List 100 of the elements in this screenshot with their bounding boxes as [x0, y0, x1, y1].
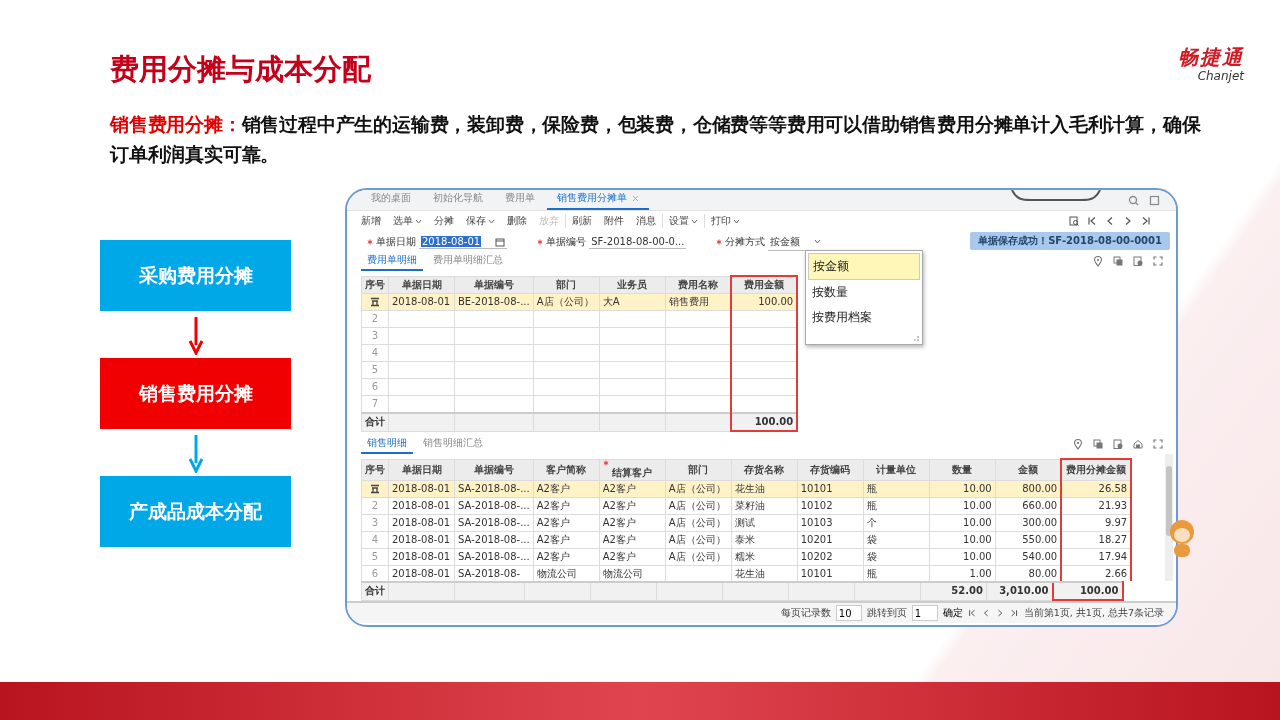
fullscreen-icon[interactable] [1153, 256, 1164, 267]
menu-option[interactable]: 按金额 [808, 253, 920, 280]
pager-label: 跳转到页 [866, 606, 907, 620]
total-cell: 100.00 [731, 413, 798, 431]
row-marker-icon [370, 483, 380, 494]
row-number: 2 [361, 310, 389, 328]
column-header: 单据编号 [473, 463, 514, 475]
first-page-icon[interactable] [967, 608, 977, 618]
table-cell: 21.93 [1061, 497, 1132, 514]
table-cell: A2客户 [533, 531, 600, 548]
toolbar-button[interactable]: 分摊 [428, 214, 460, 228]
row-number: 2 [361, 497, 389, 514]
table-cell: A店（公司） [665, 497, 732, 514]
column-header: 单据日期 [401, 463, 442, 475]
document-icon[interactable] [1133, 256, 1144, 267]
table-cell: SA-2018-08-... [454, 497, 534, 514]
page-jump-field[interactable]: 1 [911, 605, 938, 621]
table-cell: 10.00 [929, 514, 996, 531]
tab-decoration-icon [1011, 190, 1101, 204]
caret-icon[interactable] [814, 239, 822, 244]
confirm-button[interactable]: 确定 [942, 606, 963, 620]
logo-latin: Chanjet [1197, 69, 1244, 83]
column-header: 计量单位 [876, 463, 917, 475]
toolbar-button[interactable]: 选单 [387, 214, 428, 228]
toolbar-button[interactable]: 打印 [705, 214, 746, 228]
field-label: 单据编号 [546, 235, 587, 249]
column-header: 业务员 [617, 278, 648, 290]
location-pin-icon[interactable] [1073, 439, 1084, 450]
table-cell: 瓶 [863, 497, 930, 514]
table-cell: 10.00 [929, 531, 996, 548]
table-cell: 测试 [731, 514, 798, 531]
fullscreen-icon[interactable] [1153, 439, 1164, 450]
calendar-icon[interactable] [495, 236, 506, 247]
toolbar-button[interactable]: 消息 [630, 214, 662, 228]
flow-step: 采购费用分摊 [100, 240, 291, 311]
total-cell: 3,010.00 [986, 582, 1053, 600]
table-cell: 袋 [863, 531, 930, 548]
tab[interactable]: 销售明细 [361, 436, 413, 454]
location-pin-icon[interactable] [1093, 256, 1104, 267]
column-header: 金额 [1017, 463, 1038, 475]
row-number: 4 [361, 344, 389, 362]
field-label: 单据日期 [376, 235, 416, 249]
table-cell: A2客户 [599, 514, 666, 531]
toolbar-button[interactable]: 保存 [460, 214, 501, 228]
table-cell: 2018-08-01 [388, 548, 455, 565]
column-header: 存货名称 [744, 463, 785, 475]
document-search-icon[interactable] [1069, 215, 1080, 227]
last-page-icon[interactable] [1009, 608, 1019, 618]
total-label: 合计 [361, 582, 389, 600]
column-header: 结算客户 [612, 466, 653, 478]
row-number: 6 [361, 378, 389, 396]
scrollbar[interactable] [1165, 454, 1173, 581]
tab[interactable]: 销售明细汇总 [417, 436, 489, 454]
table-cell: A2客户 [599, 531, 666, 548]
page-size-field[interactable]: 10 [835, 605, 862, 621]
tab[interactable]: 销售费用分摊单 [547, 191, 649, 210]
tab[interactable]: 费用单明细 [361, 253, 423, 271]
table-cell: A店（公司） [665, 548, 732, 565]
table-cell: 2018-08-01 [388, 514, 455, 531]
toolbar-button[interactable]: 刷新 [566, 214, 598, 228]
table-cell: A店（公司） [665, 531, 732, 548]
table-cell: 18.27 [1061, 531, 1132, 548]
column-header: 客户简称 [546, 463, 587, 475]
total-cell: 100.00 [1052, 582, 1123, 600]
table-cell: A2客户 [533, 514, 600, 531]
tab[interactable]: 费用单明细汇总 [427, 253, 509, 271]
row-number: 5 [361, 548, 389, 565]
previous-icon[interactable] [981, 608, 991, 618]
copy-icon[interactable] [1113, 256, 1124, 267]
column-header: 费用名称 [677, 278, 718, 290]
notification: 单据保存成功！SF-2018-08-00-0001 [970, 232, 1170, 250]
toolbar-button[interactable]: 删除 [501, 214, 533, 228]
column-header: 数量 [952, 463, 973, 475]
first-page-icon[interactable] [1087, 215, 1098, 227]
resize-grip-icon[interactable] [914, 336, 919, 341]
mascot-icon [1168, 518, 1194, 558]
toolbar-button[interactable]: 新增 [355, 214, 387, 228]
document-icon[interactable] [1113, 439, 1124, 450]
maximize-icon[interactable] [1149, 195, 1160, 206]
toolbar-button[interactable]: 附件 [598, 214, 630, 228]
toolbar-button[interactable]: 设置 [663, 214, 704, 228]
table-cell: A店（公司） [665, 514, 732, 531]
row-number: 4 [361, 531, 389, 548]
table-cell: SA-2018-08-... [454, 514, 534, 531]
column-header: 单据编号 [473, 278, 514, 290]
text-field[interactable]: SF-2018-08-00-0... [589, 235, 687, 249]
column-header: 部门 [688, 463, 709, 475]
copy-icon[interactable] [1093, 439, 1104, 450]
table-cell: 10201 [797, 531, 864, 548]
column-header: 存货编码 [810, 463, 851, 475]
pager-status: 当前第1页, 共1页, 总共7条记录 [1023, 606, 1164, 620]
next-icon[interactable] [995, 608, 1005, 618]
search-icon[interactable] [1128, 195, 1139, 206]
column-header: 序号 [365, 278, 385, 290]
last-page-icon[interactable] [1141, 215, 1152, 227]
table-cell: 菜籽油 [731, 497, 798, 514]
row-number: 5 [361, 361, 389, 379]
column-header: 序号 [365, 463, 385, 475]
table-cell: A2客户 [599, 497, 666, 514]
table-cell: 2018-08-01 [388, 531, 455, 548]
